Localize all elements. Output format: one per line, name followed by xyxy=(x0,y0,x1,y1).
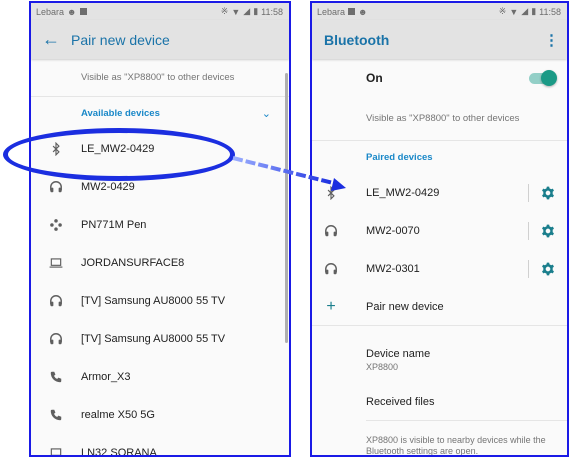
user-icon: ☻ xyxy=(67,6,77,17)
device-row[interactable]: MW2-0070 xyxy=(312,212,567,250)
bluetooth-status-icon: ※ xyxy=(498,6,507,16)
app-bar: Bluetooth ⋮ xyxy=(312,20,567,59)
left-phone-screen: Lebara ☻ ※ ▼ ◢ ▮ 11:58 ← Pair new device… xyxy=(29,1,291,457)
device-row[interactable]: LN32 SORANA xyxy=(31,434,289,457)
device-name: realme X50 5G xyxy=(81,409,155,421)
status-bar: Lebara ☻ ※ ▼ ◢ ▮ 11:58 xyxy=(31,3,289,20)
pair-new-device-button[interactable]: + Pair new device xyxy=(312,288,567,326)
user-icon: ☻ xyxy=(358,6,368,17)
device-row[interactable]: Armor_X3 xyxy=(31,358,289,396)
available-devices-header[interactable]: Available devices ⌄ xyxy=(31,97,289,130)
section-title: Available devices xyxy=(81,108,160,119)
scrollbar[interactable] xyxy=(285,73,288,343)
wifi-icon: ▼ xyxy=(231,6,241,17)
pair-new-label: Pair new device xyxy=(366,300,444,313)
bluetooth-icon xyxy=(312,186,350,200)
device-name: Armor_X3 xyxy=(81,371,131,383)
device-name-item[interactable]: Device name XP8800 xyxy=(366,326,567,372)
device-row[interactable]: MW2-0429 xyxy=(31,168,289,206)
right-phone-screen: Lebara ☻ ※ ▼ ◢ ▮ 11:58 Bluetooth ⋮ On Vi… xyxy=(310,1,569,457)
paired-devices-list: LE_MW2-0429 MW2-0070 MW2-0301 xyxy=(312,174,567,288)
toggle-knob xyxy=(541,69,557,86)
divider xyxy=(528,222,529,240)
signal-icon: ◢ xyxy=(521,6,529,16)
signal-icon: ◢ xyxy=(243,6,251,16)
headphones-icon xyxy=(31,180,81,194)
device-name: [TV] Samsung AU8000 55 TV xyxy=(81,295,226,307)
battery-icon: ▮ xyxy=(531,6,537,16)
device-name: [TV] Samsung AU8000 55 TV xyxy=(81,333,226,345)
headphones-icon xyxy=(312,262,350,276)
received-files-item[interactable]: Received files xyxy=(366,372,567,421)
bluetooth-toggle[interactable] xyxy=(529,69,557,86)
toggle-label: On xyxy=(366,71,383,85)
bluetooth-toggle-row[interactable]: On xyxy=(312,59,567,97)
device-row[interactable]: LE_MW2-0429 xyxy=(31,130,289,168)
paired-devices-header: Paired devices xyxy=(366,152,433,163)
overflow-menu-icon[interactable]: ⋮ xyxy=(544,31,559,49)
headphones-icon xyxy=(31,294,81,308)
device-name: LE_MW2-0429 xyxy=(81,143,155,155)
clock: 11:58 xyxy=(261,6,283,17)
clock: 11:58 xyxy=(539,6,561,17)
plus-icon: + xyxy=(326,297,336,315)
visibility-footnote: XP8800 is visible to nearby devices whil… xyxy=(366,435,546,456)
device-row[interactable]: PN771M Pen xyxy=(31,206,289,244)
device-name-label: Device name xyxy=(366,348,431,360)
carrier-label: Lebara xyxy=(36,6,65,17)
device-name: LN32 SORANA xyxy=(81,447,157,457)
device-row[interactable]: realme X50 5G xyxy=(31,396,289,434)
device-name: MW2-0429 xyxy=(81,181,135,193)
bluetooth-status-icon: ※ xyxy=(220,6,229,16)
page-title: Pair new device xyxy=(71,31,170,48)
notification-icon xyxy=(79,8,87,15)
phone-icon xyxy=(31,370,81,384)
gear-icon[interactable] xyxy=(541,186,555,200)
chevron-down-icon[interactable]: ⌄ xyxy=(262,107,271,120)
device-row[interactable]: LE_MW2-0429 xyxy=(312,174,567,212)
gear-icon[interactable] xyxy=(541,262,555,276)
bluetooth-icon xyxy=(31,142,81,156)
device-name: JORDANSURFACE8 xyxy=(81,257,185,269)
device-name: PN771M Pen xyxy=(81,219,147,231)
device-name: MW2-0301 xyxy=(366,263,420,275)
device-row[interactable]: [TV] Samsung AU8000 55 TV xyxy=(31,320,289,358)
device-row[interactable]: [TV] Samsung AU8000 55 TV xyxy=(31,282,289,320)
page-title: Bluetooth xyxy=(324,31,390,48)
available-devices-list: LE_MW2-0429 MW2-0429 PN771M Pen JORDANSURFA… xyxy=(31,130,289,457)
device-row[interactable]: MW2-0301 xyxy=(312,250,567,288)
visibility-note: Visible as "XP8800" to other devices xyxy=(312,97,567,141)
divider xyxy=(528,184,529,202)
device-name: LE_MW2-0429 xyxy=(366,187,440,199)
headphones-icon xyxy=(312,224,350,238)
status-bar: Lebara ☻ ※ ▼ ◢ ▮ 11:58 xyxy=(312,3,567,20)
laptop-icon xyxy=(31,256,81,270)
carrier-label: Lebara xyxy=(317,6,346,17)
notification-icon xyxy=(348,8,356,15)
divider xyxy=(528,260,529,278)
device-name-value: XP8800 xyxy=(366,362,399,372)
device-row[interactable]: JORDANSURFACE8 xyxy=(31,244,289,282)
laptop-icon xyxy=(31,446,81,455)
wifi-icon: ▼ xyxy=(509,6,519,17)
visibility-note: Visible as "XP8800" to other devices xyxy=(31,59,289,97)
pen-icon xyxy=(31,218,81,232)
device-name: MW2-0070 xyxy=(366,225,420,237)
back-arrow-icon[interactable]: ← xyxy=(31,29,71,50)
battery-icon: ▮ xyxy=(253,6,259,16)
phone-icon xyxy=(31,408,81,422)
gear-icon[interactable] xyxy=(541,224,555,238)
app-bar: ← Pair new device xyxy=(31,20,289,59)
headphones-icon xyxy=(31,332,81,346)
